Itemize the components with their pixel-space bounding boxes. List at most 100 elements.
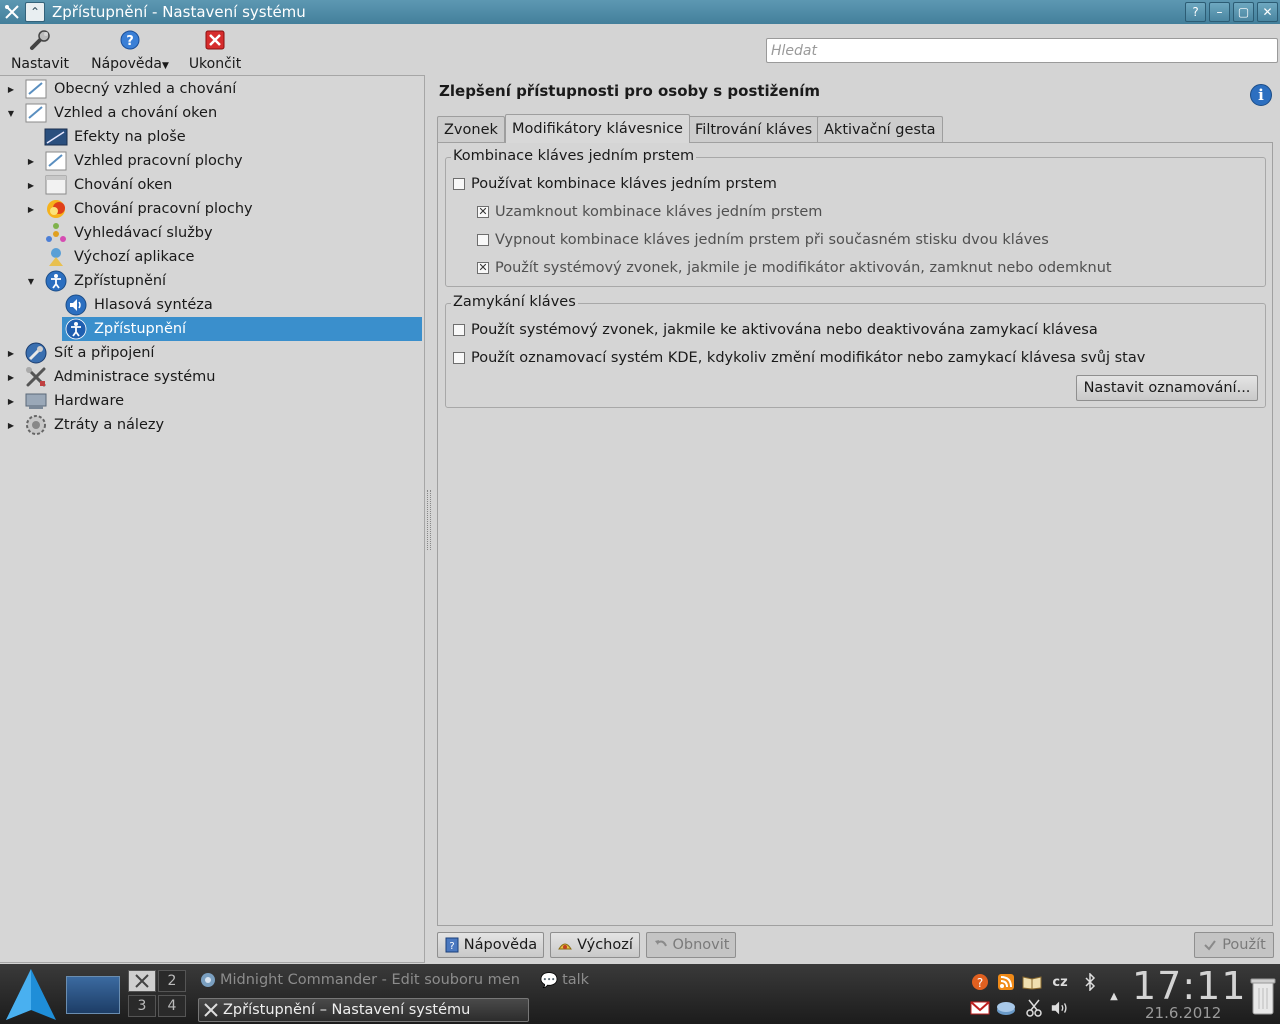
dictionary-icon[interactable] [1022, 972, 1042, 992]
checkbox-box[interactable] [453, 352, 465, 364]
updates-icon[interactable]: ? [970, 972, 990, 992]
tree-item-workspace-behavior[interactable]: ▶ Chování pracovní plochy [0, 197, 423, 221]
disable-sticky-two-keys-checkbox[interactable]: Vypnout kombinace kláves jedním prstem p… [477, 232, 1049, 248]
tree-item-default-apps[interactable]: Výchozí aplikace [0, 245, 423, 269]
task-system-settings[interactable]: Zpřístupnění – Nastavení systému [198, 998, 529, 1022]
checkbox-box[interactable] [453, 178, 465, 190]
minimize-button[interactable]: – [1209, 2, 1230, 22]
tree-item-lost-found[interactable]: ▶ Ztráty a nálezy [0, 413, 423, 437]
tree-item-label: Vzhled pracovní plochy [74, 153, 243, 169]
svg-text:?: ? [126, 34, 134, 49]
tree-item-label: Výchozí aplikace [74, 249, 195, 265]
klipper-scissors-icon[interactable] [1024, 998, 1044, 1018]
tree-item-label: Obecný vzhled a chování [54, 81, 237, 97]
help-label: Nápověda▼ [91, 56, 169, 72]
pager-desktop-2[interactable]: 2 [158, 970, 186, 992]
expand-arrow-icon[interactable]: ▶ [6, 396, 16, 406]
help-menu-button[interactable]: ? Nápověda▼ [90, 28, 170, 72]
quit-label: Ukončit [188, 56, 242, 72]
task-label: talk [562, 972, 590, 988]
tree-item-accessibility-group[interactable]: ▼ Zpřístupnění [0, 269, 423, 293]
search-input[interactable] [766, 38, 1278, 63]
checkmark-icon [1202, 937, 1218, 953]
expand-arrow-icon[interactable]: ▶ [6, 84, 16, 94]
app-launcher-icon[interactable] [4, 966, 58, 1022]
info-icon[interactable]: i [1250, 84, 1272, 106]
tree-item-label: Hardware [54, 393, 125, 409]
help-button[interactable]: ? Nápověda [437, 932, 544, 958]
expand-arrow-icon[interactable]: ▶ [6, 348, 16, 358]
collapse-arrow-icon[interactable]: ▼ [26, 276, 36, 286]
keep-above-icon[interactable]: ⌃ [25, 2, 45, 22]
network-status-icon[interactable] [996, 998, 1016, 1018]
checkbox-box-checked[interactable]: ✕ [477, 262, 489, 274]
quit-button[interactable]: Ukončit [186, 28, 244, 72]
accessibility-icon [64, 318, 88, 340]
volume-icon[interactable] [1050, 998, 1070, 1018]
expand-arrow-icon[interactable]: ▶ [26, 204, 36, 214]
tree-item-window-behavior[interactable]: ▶ Chování oken [0, 173, 423, 197]
tree-item-label: Chování pracovní plochy [74, 201, 253, 217]
expand-arrow-icon[interactable]: ▶ [6, 420, 16, 430]
tab-bell[interactable]: Zvonek [437, 116, 505, 142]
apply-button[interactable]: Použít [1194, 932, 1274, 958]
task-midnight-commander[interactable]: Midnight Commander - Edit souboru men [200, 968, 528, 992]
tree-item-search-services[interactable]: Vyhledávací služby [0, 221, 423, 245]
tree-item-desktop-effects[interactable]: Efekty na ploše [0, 125, 423, 149]
tab-keyboard-filters[interactable]: Filtrování kláves [688, 116, 820, 142]
checkbox-box-checked[interactable]: ✕ [477, 206, 489, 218]
tree-item-general-appearance[interactable]: ▶ Obecný vzhled a chování [0, 77, 423, 101]
speech-icon [64, 294, 88, 316]
task-talk[interactable]: 💬 talk [540, 968, 620, 992]
tab-activation-gestures[interactable]: Aktivační gesta [817, 116, 943, 142]
maximize-button[interactable]: ▢ [1233, 2, 1254, 22]
tree-item-hardware[interactable]: ▶ Hardware [0, 389, 423, 413]
expand-arrow-icon[interactable]: ▶ [26, 156, 36, 166]
reset-button[interactable]: Obnovit [646, 932, 736, 958]
tray-expand-icon[interactable]: ▲ [1104, 986, 1124, 1006]
tree-item-accessibility-selected[interactable]: Zpřístupnění [62, 317, 422, 341]
pager-desktop-3[interactable]: 3 [128, 995, 156, 1017]
configure-button[interactable]: Nastavit [8, 28, 72, 72]
use-sticky-keys-checkbox[interactable]: Používat kombinace kláves jedním prstem [453, 176, 777, 192]
lock-key-bell-checkbox[interactable]: Použít systémový zvonek, jakmile ke akti… [453, 322, 1098, 338]
splitter-handle[interactable] [427, 490, 431, 550]
expand-arrow-icon[interactable]: ▶ [6, 372, 16, 382]
trash-icon[interactable] [1250, 976, 1276, 1016]
defaults-button[interactable]: Výchozí [550, 932, 640, 958]
clock-time[interactable]: 17:11 [1132, 964, 1247, 1008]
checkbox-box[interactable] [477, 234, 489, 246]
lock-sticky-keys-checkbox[interactable]: ✕ Uzamknout kombinace kláves jedním prst… [477, 204, 822, 220]
collapse-arrow-icon[interactable]: ▼ [6, 108, 16, 118]
tree-item-window-appearance[interactable]: ▼ Vzhled a chování oken [0, 101, 423, 125]
tab-keyboard-modifiers[interactable]: Modifikátory klávesnice [505, 114, 690, 143]
pager-desktop-1[interactable] [128, 970, 156, 992]
sticky-bell-checkbox[interactable]: ✕ Použít systémový zvonek, jakmile je mo… [477, 260, 1112, 276]
kde-notify-checkbox[interactable]: Použít oznamovací systém KDE, kdykoliv z… [453, 350, 1145, 366]
tree-item-system-admin[interactable]: ▶ Administrace systému [0, 365, 423, 389]
defaults-button-label: Výchozí [577, 937, 633, 953]
tree-item-network[interactable]: ▶ Síť a připojení [0, 341, 423, 365]
window-menu-icon[interactable] [2, 2, 22, 22]
expand-arrow-icon[interactable]: ▶ [26, 180, 36, 190]
taskbar: 2 3 4 Midnight Commander - Edit souboru … [0, 964, 1280, 1024]
workspace-appearance-icon [44, 150, 68, 172]
mail-icon[interactable] [970, 998, 990, 1018]
tree-item-workspace-appearance[interactable]: ▶ Vzhled pracovní plochy [0, 149, 423, 173]
checkbox-box[interactable] [453, 324, 465, 336]
pager-desktop-4[interactable]: 4 [158, 995, 186, 1017]
tree-item-label: Vyhledávací služby [74, 225, 213, 241]
hardware-icon [24, 390, 48, 412]
tree-item-speech-synthesis[interactable]: Hlasová syntéza [0, 293, 423, 317]
help-button-label: Nápověda [463, 937, 538, 953]
show-desktop-icon[interactable] [66, 976, 120, 1014]
rss-icon[interactable] [996, 972, 1016, 992]
close-button[interactable]: ✕ [1257, 2, 1278, 22]
keyboard-layout-indicator[interactable]: cz [1050, 972, 1070, 992]
tree-item-label: Hlasová syntéza [94, 297, 213, 313]
desktop-effects-icon [44, 126, 68, 148]
lost-found-icon [24, 414, 48, 436]
configure-notifications-button[interactable]: Nastavit oznamování... [1076, 375, 1258, 401]
help-window-button[interactable]: ? [1185, 2, 1206, 22]
bluetooth-icon[interactable] [1080, 972, 1100, 992]
